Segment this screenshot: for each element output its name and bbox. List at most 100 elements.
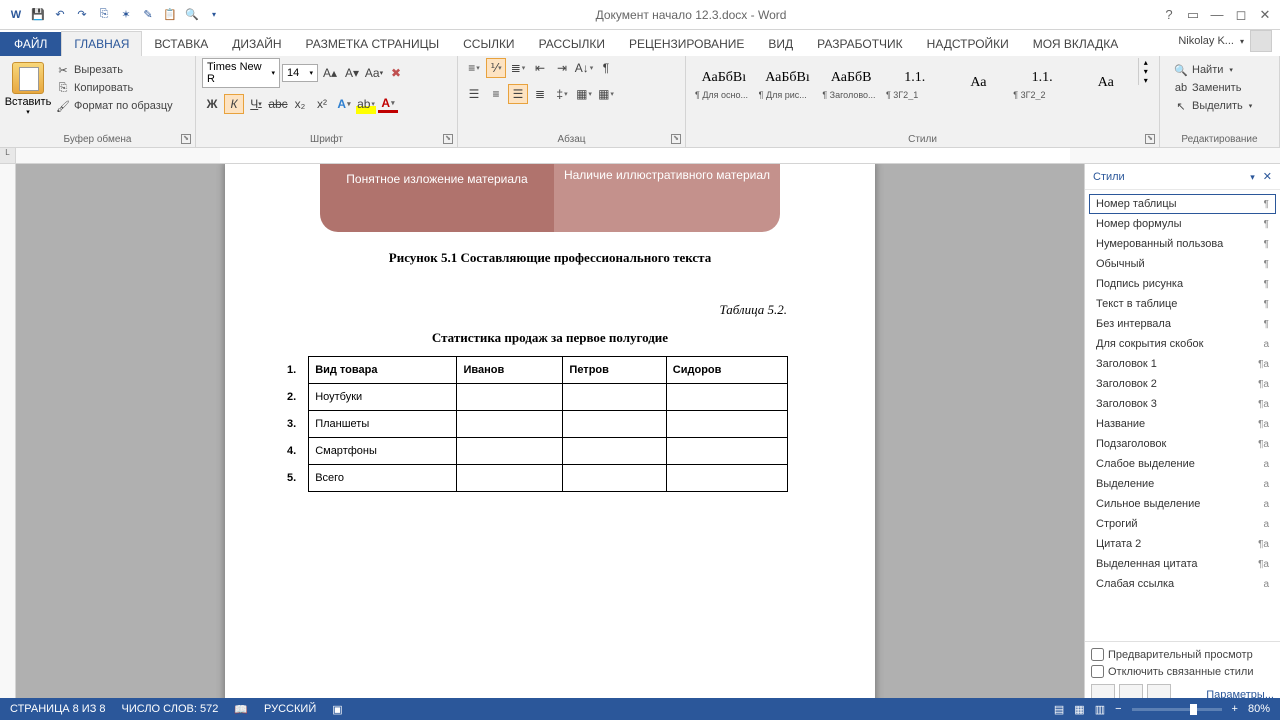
style-list-item[interactable]: Подзаголовок¶a bbox=[1089, 434, 1276, 454]
status-page[interactable]: СТРАНИЦА 8 ИЗ 8 bbox=[10, 703, 106, 715]
style-gallery-item[interactable]: 1.1.¶ 3Г2_1 bbox=[883, 58, 947, 112]
qat1-icon[interactable]: ⎘ bbox=[94, 5, 114, 25]
superscript-button[interactable]: x² bbox=[312, 94, 332, 114]
style-list-item[interactable]: Сильное выделениеa bbox=[1089, 494, 1276, 514]
bold-button[interactable]: Ж bbox=[202, 94, 222, 114]
tab-review[interactable]: РЕЦЕНЗИРОВАНИЕ bbox=[617, 32, 756, 56]
style-list-item[interactable]: Слабая ссылкаa bbox=[1089, 574, 1276, 594]
pane-dropdown-icon[interactable]: ▾ bbox=[1250, 172, 1255, 182]
status-proofing-icon[interactable]: 📖 bbox=[234, 703, 248, 716]
disable-linked-checkbox[interactable]: Отключить связанные стили bbox=[1091, 665, 1274, 678]
vertical-ruler[interactable] bbox=[0, 164, 16, 712]
copy-button[interactable]: ⎘Копировать bbox=[54, 80, 175, 96]
change-case-button[interactable]: Aa▾ bbox=[364, 63, 384, 83]
style-gallery-item[interactable]: АаБбВ¶ Заголово... bbox=[819, 58, 883, 112]
table-row[interactable]: Ноутбуки bbox=[309, 384, 788, 411]
select-button[interactable]: ↖Выделить▾ bbox=[1172, 98, 1267, 114]
data-table[interactable]: Вид товараИвановПетровСидоров НоутбукиПл… bbox=[308, 356, 788, 492]
status-words[interactable]: ЧИСЛО СЛОВ: 572 bbox=[122, 703, 219, 715]
tab-references[interactable]: ССЫЛКИ bbox=[451, 32, 526, 56]
close-icon[interactable]: ✕ bbox=[1254, 4, 1276, 26]
font-name-select[interactable]: Times New R▾ bbox=[202, 58, 280, 88]
maximize-icon[interactable]: ◻ bbox=[1230, 4, 1252, 26]
style-gallery-item[interactable]: АаБбВı¶ Для осно... bbox=[692, 58, 756, 112]
style-list-item[interactable]: Номер таблицы¶ bbox=[1089, 194, 1276, 214]
font-dialog[interactable]: ⬊ bbox=[443, 134, 453, 144]
table-row[interactable]: Смартфоны bbox=[309, 438, 788, 465]
table-header[interactable]: Вид товара bbox=[309, 357, 457, 384]
style-list-item[interactable]: Заголовок 2¶a bbox=[1089, 374, 1276, 394]
qat3-icon[interactable]: ✎ bbox=[138, 5, 158, 25]
italic-button[interactable]: К bbox=[224, 94, 244, 114]
status-macro-icon[interactable]: ▣ bbox=[332, 703, 342, 716]
style-gallery-item[interactable]: 1.1.¶ 3Г2_2 bbox=[1010, 58, 1074, 112]
tab-custom[interactable]: МОЯ ВКЛАДКА bbox=[1021, 32, 1130, 56]
replace-button[interactable]: abЗаменить bbox=[1172, 80, 1267, 96]
sort-button[interactable]: A↓ bbox=[574, 58, 594, 78]
style-gallery-item[interactable]: Аа bbox=[1074, 58, 1138, 112]
table-row[interactable]: Планшеты bbox=[309, 411, 788, 438]
align-left-button[interactable]: ☰ bbox=[464, 84, 484, 104]
style-list-item[interactable]: Заголовок 1¶a bbox=[1089, 354, 1276, 374]
text-effects-button[interactable]: A bbox=[334, 94, 354, 114]
style-list-item[interactable]: Для сокрытия скобокa bbox=[1089, 334, 1276, 354]
font-size-select[interactable]: 14▾ bbox=[282, 64, 318, 82]
highlight-button[interactable]: ab bbox=[356, 94, 376, 114]
justify-button[interactable]: ≣ bbox=[530, 84, 550, 104]
style-list-item[interactable]: Заголовок 3¶a bbox=[1089, 394, 1276, 414]
strike-button[interactable]: abc bbox=[268, 94, 288, 114]
qat4-icon[interactable]: 📋 bbox=[160, 5, 180, 25]
style-list-item[interactable]: Номер формулы¶ bbox=[1089, 214, 1276, 234]
clear-format-button[interactable]: ✖ bbox=[386, 63, 406, 83]
styles-more-button[interactable]: ▴▾▾ bbox=[1138, 58, 1153, 85]
paragraph-dialog[interactable]: ⬊ bbox=[671, 134, 681, 144]
borders-button[interactable]: ▦ bbox=[596, 84, 616, 104]
style-list-item[interactable]: Название¶a bbox=[1089, 414, 1276, 434]
numbering-button[interactable]: ⅟ bbox=[486, 58, 506, 78]
save-icon[interactable]: 💾 bbox=[28, 5, 48, 25]
bullets-button[interactable]: ≡ bbox=[464, 58, 484, 78]
redo-icon[interactable]: ↷ bbox=[72, 5, 92, 25]
smartart-graphic[interactable]: Понятное изложение материала Наличие илл… bbox=[320, 164, 780, 232]
style-gallery-item[interactable]: Аа bbox=[947, 58, 1011, 112]
zoom-slider[interactable] bbox=[1132, 708, 1222, 711]
tab-home[interactable]: ГЛАВНАЯ bbox=[61, 31, 142, 56]
tab-design[interactable]: ДИЗАЙН bbox=[220, 32, 293, 56]
clipboard-dialog[interactable]: ⬊ bbox=[181, 134, 191, 144]
tab-developer[interactable]: РАЗРАБОТЧИК bbox=[805, 32, 915, 56]
tab-mailings[interactable]: РАССЫЛКИ bbox=[527, 32, 617, 56]
style-list-item[interactable]: Текст в таблице¶ bbox=[1089, 294, 1276, 314]
style-list-item[interactable]: Строгийa bbox=[1089, 514, 1276, 534]
qat2-icon[interactable]: ✶ bbox=[116, 5, 136, 25]
ribbon-opts-icon[interactable]: ▭ bbox=[1182, 4, 1204, 26]
zoom-level[interactable]: 80% bbox=[1248, 703, 1270, 715]
table-header[interactable]: Иванов bbox=[457, 357, 563, 384]
dec-indent-button[interactable]: ⇤ bbox=[530, 58, 550, 78]
tab-addins[interactable]: НАДСТРОЙКИ bbox=[915, 32, 1021, 56]
align-right-button[interactable]: ☰ bbox=[508, 84, 528, 104]
style-list-item[interactable]: Без интервала¶ bbox=[1089, 314, 1276, 334]
undo-icon[interactable]: ↶ bbox=[50, 5, 70, 25]
document-area[interactable]: Понятное изложение материала Наличие илл… bbox=[16, 164, 1084, 712]
find-button[interactable]: 🔍Найти▾ bbox=[1172, 62, 1267, 78]
multilevel-button[interactable]: ≣ bbox=[508, 58, 528, 78]
style-list-item[interactable]: Обычный¶ bbox=[1089, 254, 1276, 274]
user-account[interactable]: Nikolay K...▾ bbox=[1170, 26, 1280, 56]
preview-checkbox[interactable]: Предварительный просмотр bbox=[1091, 648, 1274, 661]
align-center-button[interactable]: ≡ bbox=[486, 84, 506, 104]
line-spacing-button[interactable]: ‡ bbox=[552, 84, 572, 104]
view-print-icon[interactable]: ▦ bbox=[1074, 703, 1084, 716]
style-list-item[interactable]: Выделениеa bbox=[1089, 474, 1276, 494]
grow-font-button[interactable]: A▴ bbox=[320, 63, 340, 83]
style-gallery-item[interactable]: АаБбВı¶ Для рис... bbox=[756, 58, 820, 112]
paste-button[interactable]: Вставить ▾ bbox=[6, 62, 50, 116]
qat5-icon[interactable]: 🔍 bbox=[182, 5, 202, 25]
help-icon[interactable]: ? bbox=[1158, 4, 1180, 26]
view-read-icon[interactable]: ▤ bbox=[1054, 703, 1064, 716]
styles-dialog[interactable]: ⬊ bbox=[1145, 134, 1155, 144]
table-row[interactable]: Всего bbox=[309, 465, 788, 492]
cut-button[interactable]: ✂Вырезать bbox=[54, 62, 175, 78]
style-list-item[interactable]: Слабое выделениеa bbox=[1089, 454, 1276, 474]
style-list-item[interactable]: Цитата 2¶a bbox=[1089, 534, 1276, 554]
view-web-icon[interactable]: ▥ bbox=[1095, 703, 1105, 716]
